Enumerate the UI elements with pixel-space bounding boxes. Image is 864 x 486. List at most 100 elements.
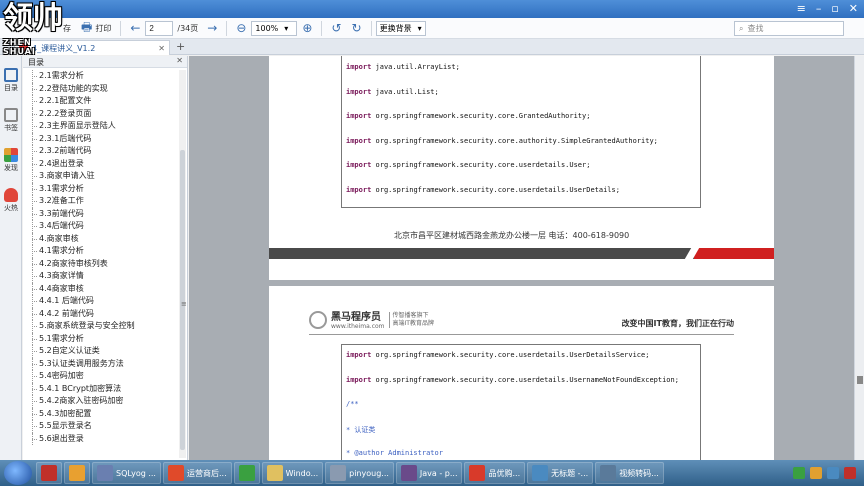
outline-item[interactable]: 5.1需求分析 (23, 332, 178, 346)
outline-item[interactable]: 5.5显示登录名 (23, 420, 178, 433)
outline-item[interactable]: 5.商家系统登录与安全控制 (23, 320, 178, 333)
code-keyword: import (346, 161, 372, 170)
document-view[interactable]: import java.util.ArrayList; import java.u… (189, 56, 854, 460)
rail-item-outline[interactable]: 目录 (0, 68, 22, 93)
outline-item[interactable]: 4.商家审核 (23, 232, 178, 246)
window-controls: ≡ – ▫ ✕ (797, 2, 858, 15)
taskbar-item[interactable]: pinyoug... (325, 462, 394, 484)
outline-item[interactable]: 5.4密码加密 (23, 370, 178, 383)
outline-item[interactable]: 4.4.1 后端代码 (23, 295, 178, 308)
outline-item[interactable]: 2.3.1后端代码 (23, 132, 178, 146)
outline-item[interactable]: 4.4.2 前端代码 (23, 307, 178, 321)
code-block: import org.springframework.security.core… (341, 344, 701, 460)
outline-item[interactable]: 3.3前端代码 (23, 207, 178, 221)
taskbar-item[interactable]: SQLyog ... (92, 462, 161, 484)
outline-item[interactable]: 5.4.3加密配置 (23, 407, 178, 421)
taskbar-item[interactable] (233, 462, 260, 484)
app-icon (266, 465, 283, 481)
tray-icon[interactable] (793, 467, 805, 479)
app-icon (469, 465, 486, 481)
close-icon[interactable]: ✕ (849, 2, 858, 15)
rail-item-discover[interactable]: 发现 (0, 148, 22, 173)
toolbar-divider (226, 20, 228, 36)
taskbar-item-label: 视频转码... (619, 468, 659, 478)
rotate-left-icon: ↺ (331, 21, 342, 35)
outline-scrollbar[interactable] (179, 70, 186, 458)
chevron-down-icon: ▾ (417, 23, 422, 33)
next-page-button[interactable]: → (202, 20, 222, 37)
print-label: 打印 (95, 23, 112, 33)
page-number-input[interactable] (145, 20, 174, 36)
code-line: import java.util.List; (346, 88, 439, 96)
outline-item[interactable]: 2.2.1配置文件 (23, 95, 178, 108)
taskbar-item[interactable] (64, 462, 90, 484)
panel-splitter-handle[interactable]: ≡ (181, 300, 187, 308)
outline-item[interactable]: 5.4.2商家入驻密码加密 (23, 395, 178, 408)
scrollbar-thumb[interactable] (857, 376, 863, 384)
outline-item[interactable]: 4.3商家详情 (23, 270, 178, 283)
maximize-icon[interactable]: ▫ (831, 2, 838, 15)
tray-icon[interactable] (844, 467, 856, 479)
minimize-icon[interactable]: – (816, 2, 822, 15)
new-tab-icon[interactable]: + (176, 40, 185, 53)
outline-item[interactable]: 2.2登陆功能的实现 (23, 82, 178, 96)
brand-url: www.itheima.com (331, 323, 385, 330)
brand-tagline-2: 高端IT教育品牌 (392, 319, 434, 327)
outline-item[interactable]: 3.1需求分析 (23, 182, 178, 196)
zoom-select[interactable]: 100% ▾ (251, 20, 298, 36)
toolbar: 存 🖶 打印 ← /34页 → ⊖ 100% ▾ ⊕ ↺ ↻ 更换背景 ▾ ⌕ … (0, 18, 864, 39)
outline-item[interactable]: 3.4后端代码 (23, 220, 178, 233)
brand-name: 黑马程序员 (331, 312, 381, 323)
prev-page-button[interactable]: ← (125, 20, 145, 37)
code-line: import java.util.ArrayList; (346, 63, 460, 71)
rotate-right-button[interactable]: ↻ (347, 20, 367, 37)
rail-item-bookmarks[interactable]: 书签 (0, 108, 22, 133)
app-icon (330, 465, 347, 481)
outline-item[interactable]: 2.1需求分析 (23, 70, 178, 83)
tray-icon[interactable] (810, 467, 822, 479)
arrow-left-icon: ← (130, 21, 141, 35)
code-text: org.springframework.security.core.Grante… (371, 112, 591, 121)
zoom-in-button[interactable]: ⊕ (297, 20, 317, 37)
outline-item[interactable]: 2.2.2登录页面 (23, 107, 178, 121)
print-button[interactable]: 🖶 打印 (76, 20, 116, 37)
outline-item[interactable]: 4.1需求分析 (23, 245, 178, 258)
outline-item[interactable]: 5.6退出登录 (23, 432, 178, 446)
outline-item[interactable]: 5.2自定义认证类 (23, 345, 178, 358)
outline-item[interactable]: 2.3主界面显示登陆人 (23, 120, 178, 133)
taskbar-item-label: pinyoug... (349, 468, 389, 478)
app-icon (41, 465, 57, 481)
rail-item-hot[interactable]: 火热 (0, 188, 22, 213)
taskbar-item[interactable]: Windo... (261, 462, 324, 484)
taskbar-item[interactable]: 视频转码... (595, 462, 664, 484)
outline-item[interactable]: 5.3认证类调用服务方法 (23, 357, 178, 371)
close-panel-icon[interactable]: ✕ (176, 56, 183, 65)
toolbar-divider (370, 20, 372, 36)
brand-tagline-1: 传智播客旗下 (392, 311, 429, 319)
close-tab-icon[interactable]: ✕ (158, 44, 165, 53)
zoom-out-button[interactable]: ⊖ (231, 20, 251, 37)
header-rule (309, 334, 734, 335)
document-scrollbar[interactable] (854, 56, 864, 460)
brand-emblem-icon (309, 310, 327, 329)
outline-item[interactable]: 2.3.2前端代码 (23, 145, 178, 158)
rotate-left-button[interactable]: ↺ (326, 20, 346, 37)
outline-item[interactable]: 3.2准备工作 (23, 195, 178, 208)
taskbar-item[interactable]: 运营商后... (162, 462, 232, 484)
taskbar-item-label: 运营商后... (186, 468, 227, 478)
outline-item[interactable]: 4.2商家待审核列表 (23, 257, 178, 271)
outline-item[interactable]: 5.4.1 BCrypt加密算法 (23, 382, 178, 396)
outline-item[interactable]: 4.4商家审核 (23, 282, 178, 296)
start-button[interactable] (4, 461, 32, 485)
background-select[interactable]: 更换背景 ▾ (375, 20, 426, 36)
tray-icon[interactable] (827, 467, 839, 479)
outline-item[interactable]: 3.商家申请入驻 (23, 170, 178, 183)
taskbar-item[interactable]: Java - p... (395, 462, 463, 484)
taskbar-item[interactable]: 无标题 -... (527, 462, 594, 484)
outline-item[interactable]: 2.4退出登录 (23, 157, 178, 171)
taskbar-item[interactable] (36, 462, 62, 484)
search-input[interactable]: ⌕ 查找 (734, 21, 844, 36)
menu-icon[interactable]: ≡ (797, 2, 806, 15)
outline-title: 目录 (28, 58, 44, 67)
taskbar-item[interactable]: 品优购... (464, 462, 526, 484)
